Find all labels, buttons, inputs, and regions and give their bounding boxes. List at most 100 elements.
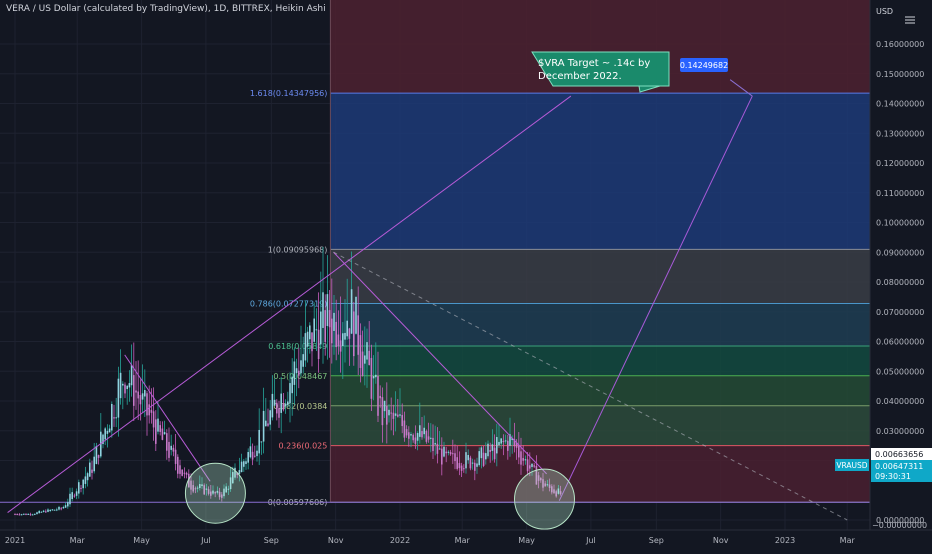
candle-body	[485, 453, 487, 460]
candle-body	[372, 376, 375, 379]
candle-body	[49, 509, 51, 511]
candle-body	[245, 461, 247, 465]
candle-body	[265, 420, 267, 427]
countdown-label: 09:30:31	[875, 472, 911, 481]
time-axis[interactable]: 2021 Mar May Jul Sep Nov 2022 Mar May Jul Sep Nov 20…	[0, 529, 932, 550]
candle-body	[27, 513, 29, 515]
price-chart[interactable]: 1.618(0.14347956) 1(0.09095968) 0.786(0.07…	[0, 0, 932, 550]
candle-body	[25, 514, 27, 516]
candle-body	[507, 440, 509, 451]
candle-body	[502, 440, 505, 442]
candle-body	[364, 355, 366, 364]
y-tick-label: 0.10000000	[876, 219, 924, 228]
candle-body	[478, 451, 480, 466]
x-tick-label: Sep	[649, 536, 664, 545]
target-annotation[interactable]: $VRA Target ~ .14c by December 2022.	[531, 51, 670, 93]
candle-body	[177, 456, 179, 474]
x-tick-label: Jul	[200, 536, 211, 545]
y-tick-label: 0.15000000	[876, 70, 924, 79]
y-tick-label: 0.16000000	[876, 40, 924, 49]
candle-body	[434, 443, 436, 445]
y-tick-label-negative: −0.00000000	[872, 521, 927, 530]
candle-body	[287, 401, 289, 405]
candle-body	[445, 451, 447, 454]
candle-body	[339, 340, 342, 352]
candle-body	[529, 465, 531, 469]
candle-body	[441, 448, 443, 465]
candle-body	[390, 412, 392, 414]
x-tick-label: May	[518, 536, 535, 545]
candle-body	[146, 393, 148, 416]
candle-body	[337, 334, 340, 347]
candle-body	[58, 506, 60, 510]
y-tick-label: 0.09000000	[876, 248, 924, 257]
candle-body	[243, 461, 245, 467]
candle-body	[47, 509, 49, 512]
candle-body	[91, 469, 93, 473]
candle-body	[181, 469, 183, 476]
candle-body	[476, 463, 478, 467]
chart-stage[interactable]: VERA / US Dollar (calculated by TradingV…	[0, 0, 932, 550]
x-tick-label: Mar	[70, 536, 86, 545]
candle-body	[29, 514, 32, 516]
candle-body	[256, 450, 258, 457]
candle-body	[163, 432, 166, 435]
candle-body	[86, 473, 89, 481]
candle-body	[295, 368, 298, 374]
x-tick-label: Nov	[328, 536, 344, 545]
fib-zone	[330, 303, 871, 346]
candle-body	[419, 425, 421, 437]
candle-body	[293, 361, 296, 385]
candle-body	[526, 459, 529, 472]
candle-body	[172, 447, 175, 452]
candle-body	[467, 455, 469, 461]
candle-body	[135, 390, 137, 393]
candle-body	[368, 350, 370, 366]
candle-body	[84, 476, 87, 484]
y-tick-label: 0.14000000	[876, 100, 924, 109]
y-tick-label: 0.06000000	[876, 338, 924, 347]
candle-body	[133, 375, 135, 406]
candle-body	[258, 429, 260, 454]
candle-body	[113, 417, 115, 419]
candle-body	[520, 451, 522, 465]
candle-body	[278, 408, 280, 418]
candle-body	[533, 465, 535, 467]
candle-body	[137, 391, 139, 399]
candle-body	[383, 400, 386, 412]
candle-body	[370, 357, 373, 399]
candle-body	[430, 437, 432, 439]
target-price-badge[interactable]: 0.14249682	[680, 58, 728, 72]
y-tick-label: 0.05000000	[876, 367, 924, 376]
candle-body	[401, 415, 403, 427]
candle-body	[463, 468, 465, 470]
candle-body	[487, 443, 489, 457]
candle-body	[328, 310, 331, 328]
candle-body	[75, 491, 78, 496]
x-tick-label: 2021	[5, 536, 25, 545]
annotation-text: December 2022.	[538, 71, 622, 82]
fib-zone	[330, 249, 871, 304]
highlight-circle-bottom-2021[interactable]	[184, 462, 246, 524]
candle-body	[474, 462, 476, 471]
highlight-circle-bottom-2022[interactable]	[514, 468, 576, 530]
candle-body	[89, 462, 91, 477]
candle-body	[342, 333, 344, 347]
candle-body	[40, 511, 43, 513]
candle-body	[335, 321, 337, 348]
candle-body	[130, 364, 133, 386]
y-tick-label: 0.07000000	[876, 308, 924, 317]
candle-body	[403, 420, 406, 438]
annotation-text: $VRA Target ~ .14c by	[538, 58, 650, 69]
candle-body	[150, 409, 153, 413]
candle-body	[480, 447, 483, 459]
candle-body	[95, 445, 98, 464]
candle-body	[518, 445, 520, 458]
candle-body	[82, 479, 84, 489]
candle-body	[276, 402, 278, 414]
candle-body	[115, 417, 117, 419]
candle-body	[124, 384, 126, 394]
candle-body	[71, 492, 73, 500]
candle-body	[500, 438, 502, 444]
candle-body	[62, 507, 65, 509]
